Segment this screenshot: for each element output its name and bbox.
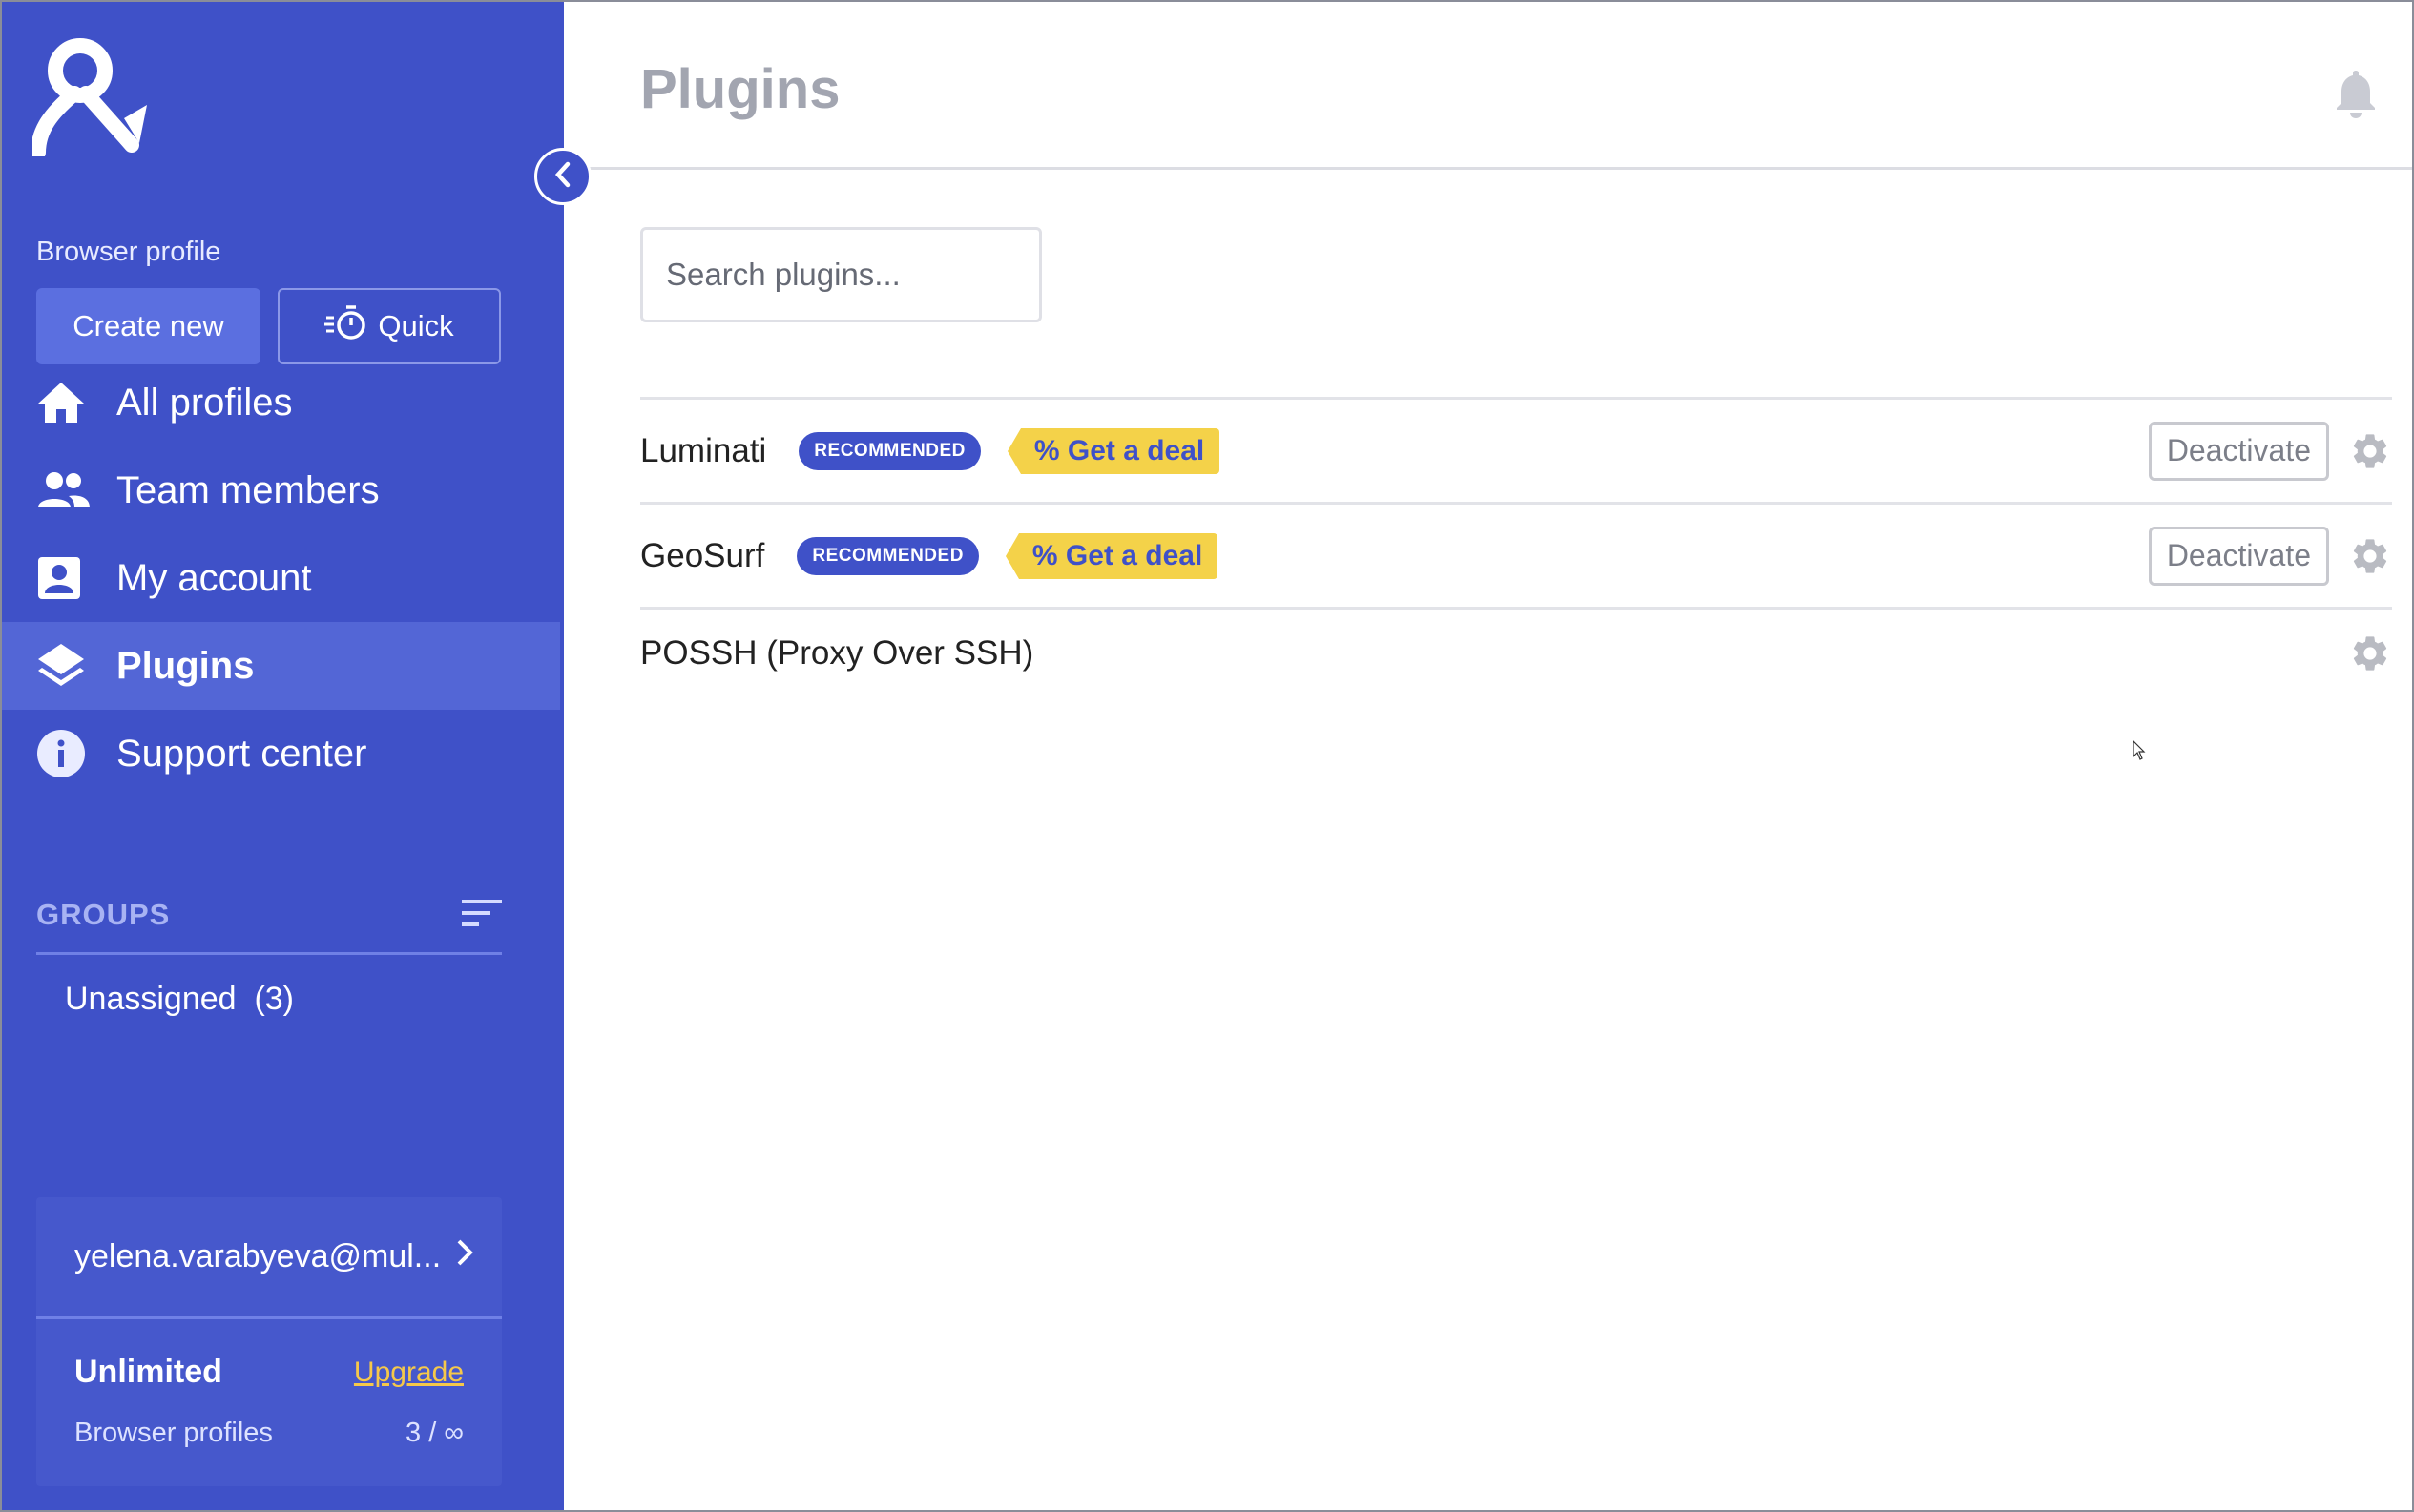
sidebar-item-label: My account bbox=[116, 556, 312, 599]
chevron-right-icon bbox=[456, 1238, 473, 1275]
plugin-name: POSSH (Proxy Over SSH) bbox=[640, 634, 1034, 672]
gear-icon[interactable] bbox=[2348, 632, 2392, 675]
quota-value: 3 / ∞ bbox=[406, 1418, 464, 1448]
sidebar-item-team-members[interactable]: Team members bbox=[2, 446, 560, 534]
recommended-badge: RECOMMENDED bbox=[799, 431, 981, 470]
page-header: Plugins bbox=[564, 2, 2412, 170]
account-box-icon bbox=[36, 549, 94, 607]
quick-profile-button[interactable]: Quick bbox=[278, 288, 501, 364]
recommended-badge: RECOMMENDED bbox=[797, 536, 979, 575]
groups-header: GROUPS bbox=[36, 878, 502, 955]
sort-icon[interactable] bbox=[462, 899, 502, 932]
quota-label: Browser profiles bbox=[74, 1418, 273, 1448]
plugin-name: GeoSurf bbox=[640, 536, 765, 574]
people-icon bbox=[36, 462, 94, 519]
sidebar-nav: All profiles Team members My account Plu… bbox=[2, 359, 560, 797]
sidebar-item-all-profiles[interactable]: All profiles bbox=[2, 359, 560, 446]
create-new-button[interactable]: Create new bbox=[36, 288, 260, 364]
browser-profile-label: Browser profile bbox=[36, 237, 221, 267]
groups-title: GROUPS bbox=[36, 898, 171, 931]
chevron-left-icon bbox=[553, 161, 572, 193]
collapse-sidebar-button[interactable] bbox=[534, 148, 592, 205]
mouse-cursor-icon bbox=[2133, 739, 2146, 766]
upgrade-link[interactable]: Upgrade bbox=[354, 1357, 464, 1389]
page-title: Plugins bbox=[640, 58, 841, 120]
search-plugins-input[interactable] bbox=[640, 227, 1042, 322]
app-logo bbox=[31, 38, 153, 160]
plugin-row-possh: POSSH (Proxy Over SSH) bbox=[640, 610, 2392, 697]
get-a-deal-tag[interactable]: % Get a deal bbox=[1005, 532, 1218, 579]
sidebar-item-plugins[interactable]: Plugins bbox=[2, 622, 560, 710]
group-item-unassigned[interactable]: Unassigned (3) bbox=[65, 981, 294, 1018]
deactivate-button[interactable]: Deactivate bbox=[2148, 526, 2329, 586]
sidebar: Browser profile Create new Quick All pro… bbox=[2, 2, 564, 1510]
gear-icon[interactable] bbox=[2348, 429, 2392, 473]
home-icon bbox=[36, 374, 94, 431]
plugin-row-luminati: Luminati RECOMMENDED % Get a deal Deacti… bbox=[640, 400, 2392, 505]
account-email: yelena.varabyeva@mul... bbox=[74, 1238, 442, 1274]
bell-icon[interactable] bbox=[2335, 69, 2377, 123]
stopwatch-icon bbox=[324, 304, 368, 348]
plan-name: Unlimited bbox=[74, 1354, 222, 1390]
sidebar-item-label: Team members bbox=[116, 468, 380, 511]
account-card: yelena.varabyeva@mul... Unlimited Upgrad… bbox=[36, 1197, 502, 1486]
create-new-label: Create new bbox=[73, 309, 224, 342]
plugin-list: Luminati RECOMMENDED % Get a deal Deacti… bbox=[640, 397, 2392, 697]
sidebar-item-my-account[interactable]: My account bbox=[2, 534, 560, 622]
main-content: Plugins Luminati RECOMMENDED % Get a dea… bbox=[564, 2, 2412, 1510]
get-a-deal-tag[interactable]: % Get a deal bbox=[1007, 427, 1220, 474]
sidebar-item-label: Support center bbox=[116, 732, 367, 775]
sidebar-item-label: All profiles bbox=[116, 381, 293, 424]
sidebar-item-support-center[interactable]: Support center bbox=[2, 710, 560, 797]
sidebar-item-label: Plugins bbox=[116, 644, 255, 687]
plugin-name: Luminati bbox=[640, 431, 767, 469]
deactivate-button[interactable]: Deactivate bbox=[2148, 421, 2329, 481]
quick-label: Quick bbox=[378, 309, 454, 342]
layers-icon bbox=[36, 637, 94, 694]
info-icon bbox=[36, 725, 94, 782]
app-window: Browser profile Create new Quick All pro… bbox=[0, 0, 2414, 1512]
plugin-row-geosurf: GeoSurf RECOMMENDED % Get a deal Deactiv… bbox=[640, 505, 2392, 610]
gear-icon[interactable] bbox=[2348, 534, 2392, 578]
account-menu[interactable]: yelena.varabyeva@mul... bbox=[36, 1197, 502, 1319]
